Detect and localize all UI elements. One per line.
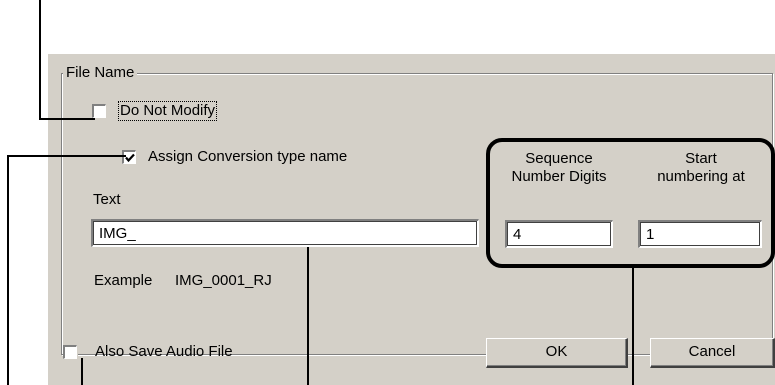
callout-line-do-not-modify xyxy=(39,0,95,120)
callout-line-assign-conversion xyxy=(7,155,126,385)
callout-lines xyxy=(7,0,634,385)
